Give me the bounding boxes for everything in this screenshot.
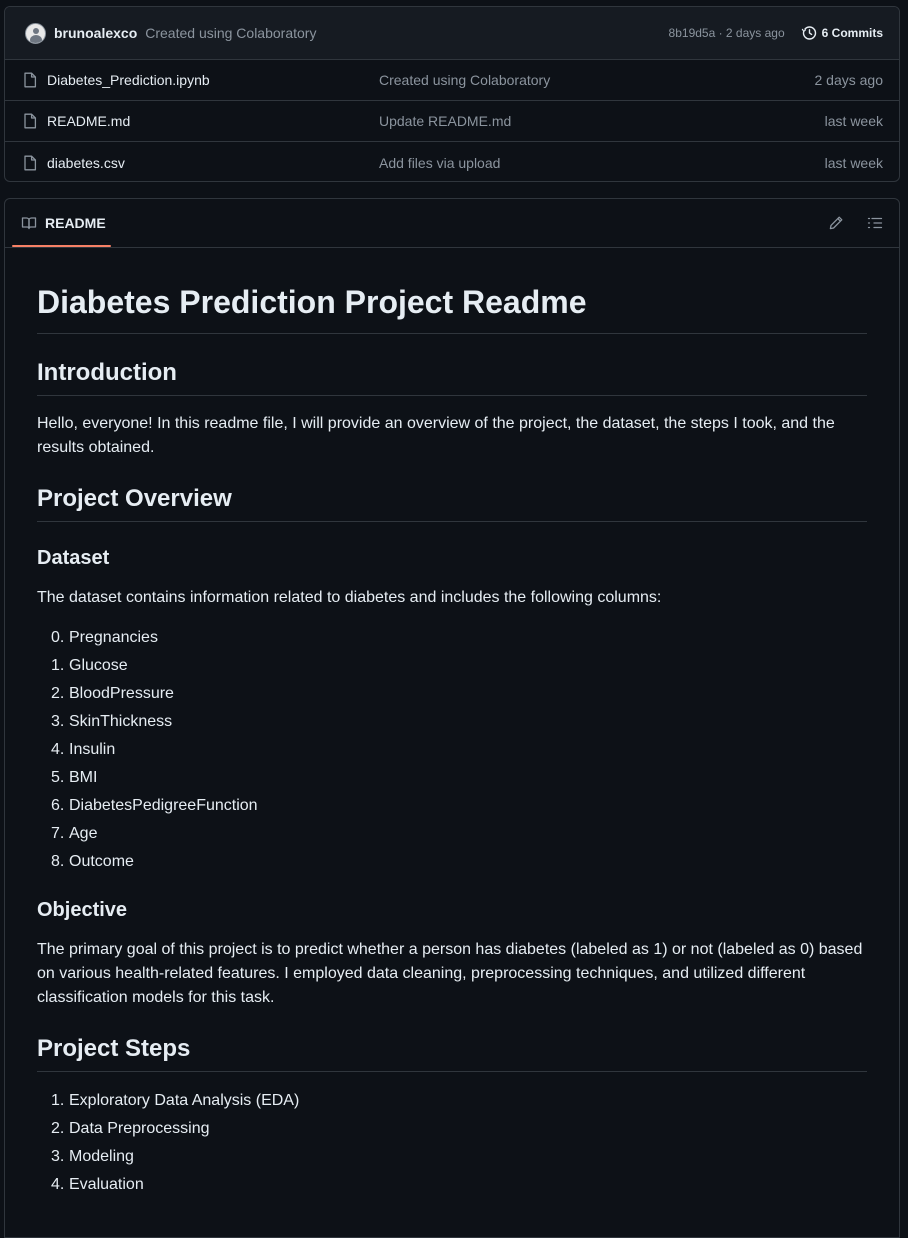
- commit-message[interactable]: Created using Colaboratory: [145, 25, 316, 41]
- tab-readme-label: README: [45, 215, 106, 231]
- list-label: BloodPressure: [69, 685, 174, 702]
- list-icon[interactable]: [867, 215, 883, 231]
- file-commit-message[interactable]: Update README.md: [379, 113, 825, 129]
- file-row[interactable]: diabetes.csv Add files via upload last w…: [5, 142, 899, 181]
- list-label: Data Preprocessing: [69, 1120, 210, 1137]
- file-name[interactable]: README.md: [47, 113, 379, 129]
- heading-dataset: Dataset: [37, 547, 110, 569]
- file-commit-message[interactable]: Add files via upload: [379, 155, 825, 171]
- list-label: Outcome: [69, 853, 134, 870]
- list-item: 4. Insulin: [37, 736, 867, 764]
- list-number: 7.: [51, 825, 65, 842]
- tab-readme[interactable]: README: [21, 199, 106, 248]
- file-row[interactable]: README.md Update README.md last week: [5, 101, 899, 142]
- list-number: 3.: [51, 1148, 65, 1165]
- list-item: 4. Evaluation: [37, 1171, 867, 1199]
- commit-author[interactable]: brunoalexco: [54, 25, 137, 41]
- list-label: BMI: [69, 769, 98, 786]
- file-date: 2 days ago: [814, 72, 884, 88]
- readme-title: Diabetes Prediction Project Readme: [37, 282, 867, 334]
- list-number: 2.: [51, 1120, 65, 1137]
- intro-paragraph: Hello, everyone! In this readme file, I …: [37, 415, 835, 456]
- commits-label: 6 Commits: [821, 26, 883, 40]
- list-number: 2.: [51, 685, 65, 702]
- list-number: 1.: [51, 1092, 65, 1109]
- file-icon: [23, 113, 39, 129]
- file-icon: [23, 72, 39, 88]
- readme-content: Diabetes Prediction Project Readme Intro…: [5, 282, 899, 1199]
- list-item: 2. Data Preprocessing: [37, 1115, 867, 1143]
- history-icon: [801, 26, 816, 40]
- list-item: 1. Glucose: [37, 652, 867, 680]
- list-item: 1. Exploratory Data Analysis (EDA): [37, 1087, 867, 1115]
- avatar[interactable]: [25, 22, 46, 44]
- tab-underline: [12, 245, 111, 247]
- file-name[interactable]: diabetes.csv: [47, 155, 379, 171]
- commit-sha-time[interactable]: 8b19d5a · 2 days ago: [669, 26, 785, 40]
- commits-link[interactable]: 6 Commits: [801, 25, 883, 41]
- list-label: Modeling: [69, 1148, 134, 1165]
- readme-header: README: [5, 199, 899, 248]
- file-list: brunoalexco Created using Colaboratory 8…: [4, 6, 900, 182]
- pencil-icon[interactable]: [828, 215, 844, 231]
- list-number: 6.: [51, 797, 65, 814]
- list-number: 5.: [51, 769, 65, 786]
- list-number: 4.: [51, 1176, 65, 1193]
- heading-project-overview: Project Overview: [37, 484, 867, 522]
- list-label: Evaluation: [69, 1176, 144, 1193]
- file-name[interactable]: Diabetes_Prediction.ipynb: [47, 72, 379, 88]
- list-item: 0. Pregnancies: [37, 624, 867, 652]
- list-number: 4.: [51, 741, 65, 758]
- list-item: 3. SkinThickness: [37, 708, 867, 736]
- list-label: Glucose: [69, 657, 128, 674]
- list-number: 0.: [51, 629, 65, 646]
- list-label: Exploratory Data Analysis (EDA): [69, 1092, 300, 1109]
- list-number: 8.: [51, 853, 65, 870]
- heading-project-steps: Project Steps: [37, 1034, 867, 1072]
- list-item: 7. Age: [37, 820, 867, 848]
- list-item: 3. Modeling: [37, 1143, 867, 1171]
- file-icon: [23, 155, 39, 171]
- dataset-paragraph: The dataset contains information related…: [37, 589, 662, 606]
- heading-objective: Objective: [37, 899, 128, 921]
- file-commit-message[interactable]: Created using Colaboratory: [379, 72, 815, 88]
- columns-list: 0. Pregnancies 1. Glucose 2. BloodPressure …: [37, 624, 867, 876]
- list-label: DiabetesPedigreeFunction: [69, 797, 258, 814]
- list-number: 1.: [51, 657, 65, 674]
- objective-paragraph: The primary goal of this project is to p…: [37, 941, 863, 1006]
- file-row[interactable]: Diabetes_Prediction.ipynb Created using …: [5, 60, 899, 101]
- list-label: Pregnancies: [69, 629, 158, 646]
- list-item: 2. BloodPressure: [37, 680, 867, 708]
- list-item: 6. DiabetesPedigreeFunction: [37, 792, 867, 820]
- list-label: SkinThickness: [69, 713, 173, 730]
- list-number: 3.: [51, 713, 65, 730]
- file-date: last week: [824, 113, 883, 129]
- list-label: Insulin: [69, 741, 116, 758]
- file-date: last week: [824, 154, 883, 171]
- latest-commit-bar: brunoalexco Created using Colaboratory 8…: [5, 7, 899, 60]
- book-icon: [21, 217, 37, 230]
- steps-list: 1. Exploratory Data Analysis (EDA) 2. Data…: [37, 1087, 867, 1199]
- readme-panel: README Diabetes Prediction Project Readm…: [4, 198, 900, 1238]
- list-label: Age: [69, 825, 98, 842]
- list-item: 8. Outcome: [37, 848, 867, 876]
- list-item: 5. BMI: [37, 764, 867, 792]
- heading-introduction: Introduction: [37, 358, 867, 396]
